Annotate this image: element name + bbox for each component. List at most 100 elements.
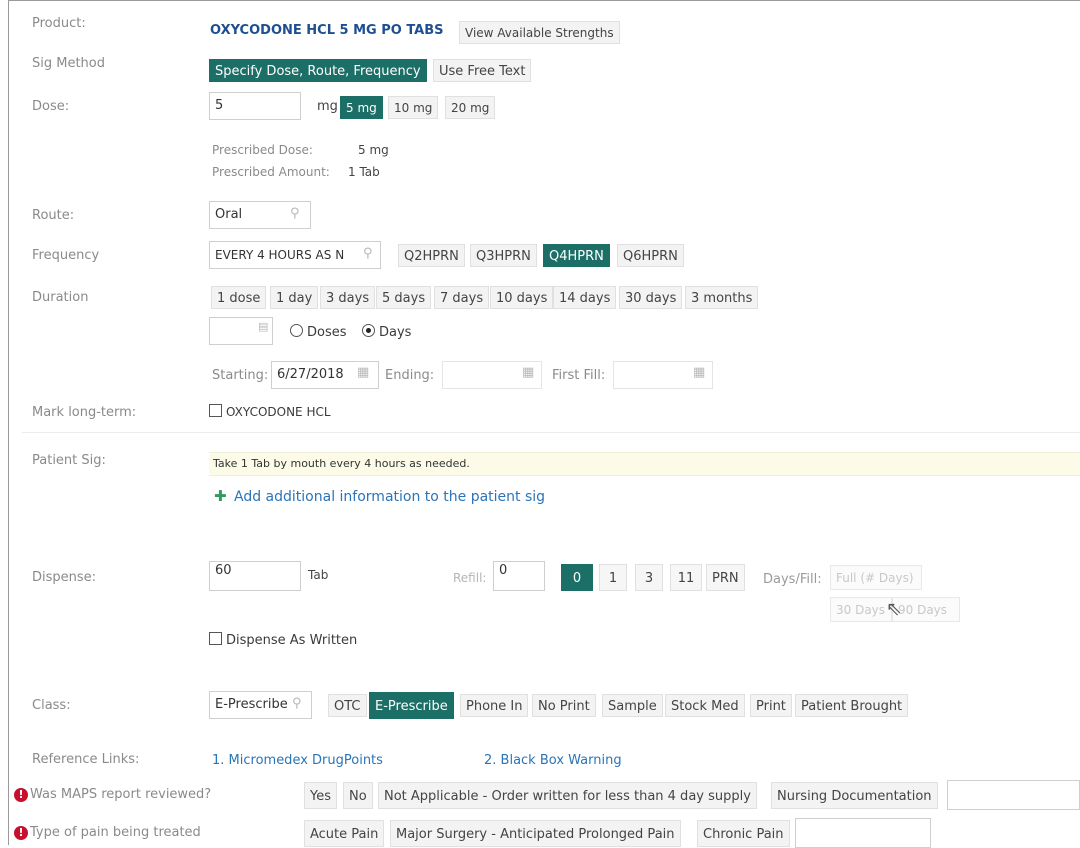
days-radio[interactable] [362, 324, 375, 337]
order-form-frame [8, 0, 1080, 845]
sig-method-free-text-button[interactable]: Use Free Text [433, 59, 532, 82]
refill-option-prn[interactable]: PRN [706, 564, 745, 591]
refill-option-0[interactable]: 0 [561, 564, 593, 591]
duration-option-3-months[interactable]: 3 months [685, 286, 759, 309]
days-fill-full-button[interactable]: Full (# Days) [830, 565, 922, 590]
search-icon[interactable]: ⚲ [363, 246, 373, 261]
duration-option-1-day[interactable]: 1 day [270, 286, 319, 309]
maps-option-no[interactable]: No [343, 782, 373, 809]
dispense-quantity-input[interactable]: 60 [209, 561, 301, 591]
days-fill-90-button[interactable]: 90 Days [892, 597, 960, 622]
dose-input[interactable]: 5 [209, 92, 301, 120]
dose-unit: mg [317, 99, 338, 114]
ending-label: Ending: [385, 368, 435, 383]
prescribed-amount-value: 1 Tab [348, 165, 380, 179]
patient-sig-label: Patient Sig: [32, 453, 106, 468]
frequency-label: Frequency [32, 248, 100, 263]
class-option-print[interactable]: Print [750, 694, 792, 717]
sig-method-label: Sig Method [32, 56, 106, 71]
maps-option-not-applicable[interactable]: Not Applicable - Order written for less … [378, 782, 757, 809]
search-icon[interactable]: ⚲ [292, 696, 302, 711]
frequency-input[interactable]: EVERY 4 HOURS AS N [209, 241, 381, 269]
class-option-no-print[interactable]: No Print [532, 694, 596, 717]
duration-option-1-dose[interactable]: 1 dose [211, 286, 267, 309]
warning-icon: ! [14, 826, 28, 840]
route-value: Oral [215, 207, 243, 222]
frequency-option-q3hprn[interactable]: Q3HPRN [470, 244, 537, 267]
add-sig-info-link[interactable]: Add additional information to the patien… [234, 489, 545, 505]
class-option-phone-in[interactable]: Phone In [460, 694, 529, 717]
long-term-checkbox[interactable] [209, 404, 222, 417]
duration-option-7-days[interactable]: 7 days [434, 286, 490, 309]
dispense-as-written-option[interactable]: Dispense As Written [209, 632, 357, 648]
dispense-as-written-checkbox[interactable] [209, 632, 222, 645]
maps-option-nursing-documentation[interactable]: Nursing Documentation [771, 782, 938, 809]
calendar-icon[interactable]: ▦ [522, 365, 534, 380]
pain-other-input[interactable] [795, 818, 931, 848]
maps-option-yes[interactable]: Yes [304, 782, 337, 809]
doses-radio[interactable] [290, 324, 303, 337]
frequency-option-q4hprn[interactable]: Q4HPRN [543, 244, 610, 267]
pain-type-label: Type of pain being treated [30, 825, 201, 840]
duration-label: Duration [32, 290, 89, 305]
patient-sig-text[interactable]: Take 1 Tab by mouth every 4 hours as nee… [209, 452, 1080, 476]
product-label: Product: [32, 16, 86, 31]
class-option-patient-brought[interactable]: Patient Brought [795, 694, 909, 717]
duration-unit-doses[interactable]: Doses [290, 324, 347, 340]
dose-option-10mg[interactable]: 10 mg [388, 96, 439, 119]
warning-icon: ! [14, 788, 28, 802]
class-option-stock-med[interactable]: Stock Med [665, 694, 745, 717]
frequency-value: EVERY 4 HOURS AS N [215, 248, 345, 262]
dispense-label: Dispense: [32, 570, 97, 585]
dose-option-5mg[interactable]: 5 mg [340, 96, 383, 119]
frequency-option-q2hprn[interactable]: Q2HPRN [398, 244, 465, 267]
calendar-icon[interactable]: ▦ [357, 365, 369, 380]
product-name: OXYCODONE HCL 5 MG PO TABS [210, 23, 444, 38]
duration-option-30-days[interactable]: 30 days [619, 286, 683, 309]
days-fill-label: Days/Fill: [763, 572, 822, 587]
long-term-label: Mark long-term: [32, 405, 137, 420]
prescribed-dose-value: 5 mg [358, 143, 389, 157]
class-option-otc[interactable]: OTC [328, 694, 367, 717]
duration-option-14-days[interactable]: 14 days [553, 286, 617, 309]
duration-unit-days[interactable]: Days [362, 324, 411, 340]
route-label: Route: [32, 208, 75, 223]
micromedex-link[interactable]: 1. Micromedex DrugPoints [212, 753, 383, 768]
spinner-icon[interactable]: ▤ [258, 320, 268, 333]
class-option-e-prescribe[interactable]: E-Prescribe [369, 692, 454, 719]
pain-type-question: ! Type of pain being treated [14, 825, 201, 840]
search-icon[interactable]: ⚲ [290, 206, 300, 221]
reference-links-label: Reference Links: [32, 752, 140, 767]
pain-option-major-surgery[interactable]: Major Surgery - Anticipated Prolonged Pa… [390, 820, 681, 847]
prescribed-amount-label: Prescribed Amount: [212, 165, 330, 179]
duration-option-5-days[interactable]: 5 days [376, 286, 432, 309]
class-label: Class: [32, 698, 71, 713]
refill-option-3[interactable]: 3 [635, 564, 663, 591]
maps-other-input[interactable] [947, 780, 1080, 810]
refill-option-11[interactable]: 11 [670, 564, 702, 591]
plus-icon[interactable]: ✚ [214, 487, 227, 505]
view-strengths-button[interactable]: View Available Strengths [459, 21, 620, 44]
dose-option-20mg[interactable]: 20 mg [445, 96, 496, 119]
dispense-unit: Tab [308, 568, 329, 582]
days-fill-30-button[interactable]: 30 Days [830, 597, 892, 622]
refill-label: Refill: [453, 571, 487, 585]
days-radio-label: Days [379, 325, 412, 340]
duration-option-10-days[interactable]: 10 days [490, 286, 554, 309]
doses-radio-label: Doses [307, 325, 347, 340]
black-box-warning-link[interactable]: 2. Black Box Warning [484, 753, 622, 768]
starting-label: Starting: [212, 368, 269, 383]
class-option-sample[interactable]: Sample [602, 694, 663, 717]
frequency-option-q6hprn[interactable]: Q6HPRN [617, 244, 684, 267]
sig-method-specify-button[interactable]: Specify Dose, Route, Frequency [209, 59, 427, 82]
long-term-option[interactable]: OXYCODONE HCL [209, 404, 331, 419]
refill-option-1[interactable]: 1 [599, 564, 627, 591]
class-value: E-Prescribe [215, 697, 288, 712]
pain-option-acute[interactable]: Acute Pain [304, 820, 385, 847]
mouse-cursor-icon: ⇖ [886, 598, 902, 620]
duration-option-3-days[interactable]: 3 days [320, 286, 376, 309]
maps-report-label: Was MAPS report reviewed? [30, 787, 212, 802]
pain-option-chronic[interactable]: Chronic Pain [697, 820, 790, 847]
calendar-icon[interactable]: ▦ [693, 365, 705, 380]
refill-input[interactable]: 0 [493, 561, 545, 591]
